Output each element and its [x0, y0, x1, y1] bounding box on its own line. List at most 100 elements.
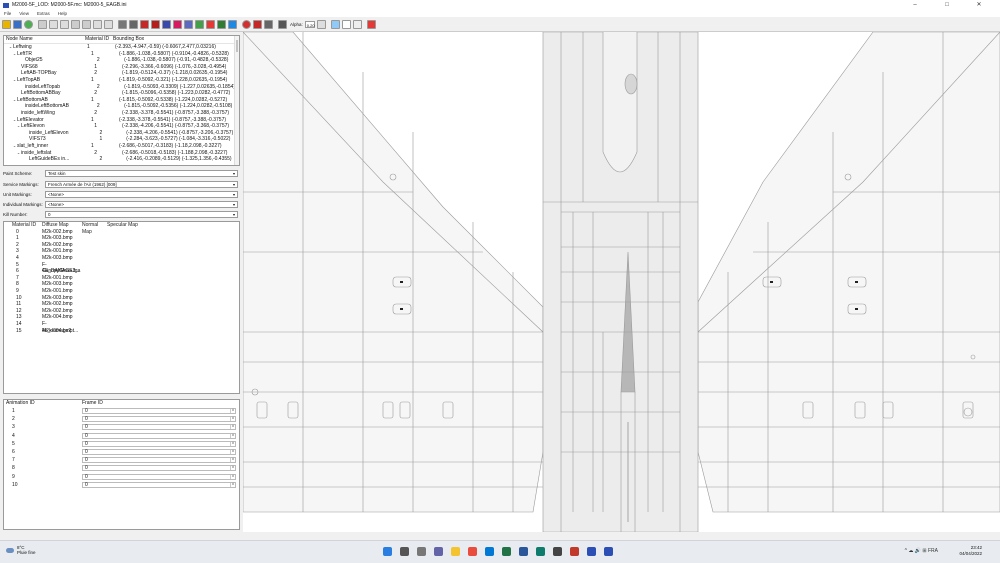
- node-tree[interactable]: Node Name Material ID Bounding Box ⌄Left…: [3, 35, 240, 166]
- menu-extras[interactable]: Extras: [37, 11, 50, 16]
- material-row[interactable]: 11 M2k-002.bmp: [4, 301, 239, 308]
- material-row[interactable]: 13 M2k-004.bmp: [4, 314, 239, 321]
- service-markings-select[interactable]: French Armée de l'Air (1962) [009] ▾: [45, 180, 238, 188]
- col-node-name[interactable]: Node Name: [4, 36, 85, 43]
- animation-row[interactable]: 7 0 ⇕: [4, 456, 239, 464]
- animation-row[interactable]: 4 0 ⇕: [4, 432, 239, 440]
- spinner-arrows-icon[interactable]: ⇕: [230, 482, 235, 487]
- col-material-id[interactable]: Material ID: [85, 36, 113, 43]
- tree-row[interactable]: VIFS68 1 (-2.296,-3.366,-0.6096) (-1.076,-…: [4, 64, 239, 71]
- texture-icon[interactable]: [24, 19, 33, 29]
- red-shade-icon[interactable]: [140, 19, 149, 29]
- lighting-icon[interactable]: [217, 19, 226, 29]
- frame-id-spinner[interactable]: 0 ⇕: [82, 408, 236, 415]
- material-row[interactable]: 9 M2k-001.bmp: [4, 288, 239, 295]
- normal-map-icon[interactable]: [184, 19, 193, 29]
- kill-number-select[interactable]: 0 ▾: [45, 210, 238, 218]
- tree-row[interactable]: ⌄LeftElevator 1 (-2.338,-3.378,-0.5541) (-…: [4, 117, 239, 124]
- animation-row[interactable]: 2 0 ⇕: [4, 415, 239, 423]
- tree-row[interactable]: Objet25 2 (-1.886,-1.038,-0.5807) (-0.91,-…: [4, 57, 239, 64]
- animation-row[interactable]: 9 0 ⇕: [4, 473, 239, 481]
- bug-icon[interactable]: [253, 19, 262, 29]
- tree-row[interactable]: ⌄LeftElevon 1 (-2.338,-4.206,-0.5541) (-0.…: [4, 123, 239, 130]
- tree-row[interactable]: LeftBottomABBay 2 (-1.815,-0.5096,-0.5358)…: [4, 90, 239, 97]
- chrome-icon[interactable]: [468, 547, 477, 556]
- tree-row[interactable]: LeftAB-TOPBay 2 (-1.819,-0.5124,-0.37) (-1…: [4, 70, 239, 77]
- edge-icon[interactable]: [485, 547, 494, 556]
- col-bounding-box[interactable]: Bounding Box: [113, 36, 231, 43]
- word-icon[interactable]: [519, 547, 528, 556]
- spinner-arrows-icon[interactable]: ⇕: [230, 425, 235, 430]
- app-icon-red[interactable]: [570, 547, 579, 556]
- damage-icon[interactable]: [151, 19, 160, 29]
- tree-row[interactable]: LeftGuideBEs in... 2 (-2.416,-0.2089,-0.51…: [4, 156, 239, 163]
- frame-id-spinner[interactable]: 0 ⇕: [82, 424, 236, 431]
- material-row[interactable]: 5 F-4E_DAMAGE3...: [4, 262, 239, 275]
- view-right-icon[interactable]: [82, 19, 91, 29]
- material-row[interactable]: 14 F-4e_damage2.t...: [4, 321, 239, 334]
- col-diffuse-map[interactable]: Diffuse Map: [42, 222, 82, 229]
- tree-row[interactable]: ⌄LeftTR 1 (-1.886,-1.038,-0.5807) (-0.9104…: [4, 51, 239, 58]
- frame-id-spinner[interactable]: 0 ⇕: [82, 473, 236, 480]
- material-row[interactable]: 15 M2k-004.bmp: [4, 328, 239, 335]
- open-folder-icon[interactable]: [2, 19, 11, 29]
- maximize-button[interactable]: □: [936, 0, 958, 10]
- animation-row[interactable]: 8 0 ⇕: [4, 464, 239, 472]
- col-frame-id[interactable]: Frame ID: [82, 400, 103, 407]
- frame-id-spinner[interactable]: 0 ⇕: [82, 440, 236, 447]
- excel-icon[interactable]: [502, 547, 511, 556]
- alpha-input[interactable]: 0.20: [304, 20, 315, 28]
- node-tree-scrollbar[interactable]: [234, 36, 239, 165]
- solid-shade-icon[interactable]: [118, 19, 127, 29]
- frame-id-spinner[interactable]: 0 ⇕: [82, 432, 236, 439]
- animation-row[interactable]: 10 0 ⇕: [4, 481, 239, 489]
- material-row[interactable]: 8 M2k-003.bmp: [4, 281, 239, 288]
- col-normal-map[interactable]: Normal Map: [82, 222, 107, 235]
- menu-help[interactable]: Help: [58, 11, 67, 16]
- weather-widget[interactable]: 8°C Pluie fine: [6, 545, 36, 555]
- grid-icon[interactable]: [278, 19, 287, 29]
- tree-row[interactable]: insideLeftBottomAB 2 (-1.815,-0.5092,-0.53…: [4, 103, 239, 110]
- material-row[interactable]: 2 M2k-002.bmp: [4, 242, 239, 249]
- col-animation-id[interactable]: Animation ID: [4, 400, 82, 407]
- chat-icon[interactable]: [434, 547, 443, 556]
- record-icon[interactable]: [242, 19, 251, 29]
- pink-map-icon[interactable]: [173, 19, 182, 29]
- view-front-icon[interactable]: [49, 19, 58, 29]
- spinner-arrows-icon[interactable]: ⇕: [230, 409, 235, 414]
- camera-icon[interactable]: [330, 19, 340, 29]
- zoom-icon[interactable]: [38, 19, 47, 29]
- view-back-icon[interactable]: [60, 19, 69, 29]
- material-row[interactable]: 3 M2k-001.bmp: [4, 248, 239, 255]
- col-material-id[interactable]: Material ID: [4, 222, 42, 229]
- frame-id-spinner[interactable]: 0 ⇕: [82, 481, 236, 488]
- file-explorer-icon[interactable]: [451, 547, 460, 556]
- task-view-icon[interactable]: [417, 547, 426, 556]
- menu-view[interactable]: View: [19, 11, 29, 16]
- tree-row[interactable]: inside_leftWing 2 (-2.338,-3.378,-0.5541) …: [4, 110, 239, 117]
- animation-row[interactable]: 1 0 ⇕: [4, 407, 239, 415]
- clock[interactable]: 23:42 04/04/2022: [959, 545, 982, 557]
- app-icon-blue[interactable]: [587, 547, 596, 556]
- settings-icon[interactable]: [264, 19, 273, 29]
- tree-row[interactable]: ⌄LeftTopAB 1 (-1.819,-0.5092,-0.321) (-1.2…: [4, 77, 239, 84]
- menu-file[interactable]: File: [4, 11, 11, 16]
- material-row[interactable]: 10 M2k-003.bmp: [4, 295, 239, 302]
- tree-row[interactable]: inside_LeftElevon 2 (-2.338,-4.206,-0.5541…: [4, 130, 239, 137]
- app-icon-green[interactable]: [536, 547, 545, 556]
- specular-icon[interactable]: [206, 19, 215, 29]
- col-specular-map[interactable]: Specular Map: [107, 222, 147, 229]
- materials-table[interactable]: Material ID Diffuse Map Normal Map Specu…: [3, 221, 240, 394]
- frame-id-spinner[interactable]: 0 ⇕: [82, 457, 236, 464]
- individual-markings-select[interactable]: <None> ▾: [45, 200, 238, 208]
- model-viewport[interactable]: [243, 32, 1000, 532]
- blue-map-icon[interactable]: [162, 19, 171, 29]
- chart-icon[interactable]: [341, 19, 351, 29]
- green-map-icon[interactable]: [195, 19, 204, 29]
- animation-row[interactable]: 3 0 ⇕: [4, 423, 239, 431]
- material-row[interactable]: 4 M2k-003.bmp: [4, 255, 239, 262]
- spinner-arrows-icon[interactable]: ⇕: [230, 466, 235, 471]
- material-row[interactable]: 6 CanopyGlass.tga: [4, 268, 239, 275]
- minimize-button[interactable]: –: [904, 0, 926, 10]
- tree-row[interactable]: ⌄inside_leftslat 2 (-2.686,-0.5018,-0.5183…: [4, 150, 239, 157]
